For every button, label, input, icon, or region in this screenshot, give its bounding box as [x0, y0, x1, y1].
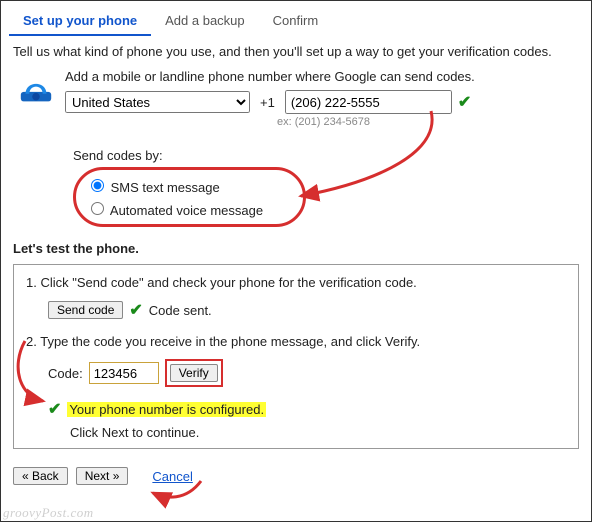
watermark: groovyPost.com — [3, 505, 94, 521]
configured-text: Your phone number is configured. — [67, 402, 266, 417]
send-codes-by-label: Send codes by: — [73, 148, 579, 163]
checkmark-icon: ✔ — [129, 300, 142, 320]
country-select[interactable]: United States — [65, 91, 250, 113]
radio-voice-label: Automated voice message — [110, 203, 263, 218]
nav-row: « Back Next » Cancel — [1, 463, 591, 487]
next-button[interactable]: Next » — [76, 467, 129, 485]
phone-icon — [17, 71, 55, 109]
radio-voice[interactable]: Automated voice message — [86, 203, 263, 218]
phone-section: Add a mobile or landline phone number wh… — [13, 69, 579, 128]
send-codes-by-section: Send codes by: SMS text message Automate… — [73, 148, 579, 227]
radio-voice-input[interactable] — [91, 202, 104, 215]
cancel-link[interactable]: Cancel — [152, 469, 192, 484]
radio-sms[interactable]: SMS text message — [86, 180, 220, 195]
code-sent-text: Code sent. — [149, 303, 212, 318]
radio-sms-input[interactable] — [91, 179, 104, 192]
wizard-tabs: Set up your phone Add a backup Confirm — [1, 1, 591, 36]
checkmark-icon: ✔ — [48, 399, 61, 419]
test-box: 1. Click "Send code" and check your phon… — [13, 264, 579, 449]
verify-button[interactable]: Verify — [170, 364, 218, 382]
code-label: Code: — [48, 366, 83, 381]
phone-example: ex: (201) 234-5678 — [277, 116, 579, 128]
code-input[interactable] — [89, 362, 159, 384]
intro-text: Tell us what kind of phone you use, and … — [13, 44, 579, 59]
send-method-group: SMS text message Automated voice message — [73, 167, 306, 227]
checkmark-icon: ✔ — [458, 92, 471, 112]
radio-sms-label: SMS text message — [111, 180, 220, 195]
step-2-text: 2. Type the code you receive in the phon… — [26, 334, 566, 349]
phone-number-input[interactable] — [285, 90, 452, 114]
step-1-text: 1. Click "Send code" and check your phon… — [26, 275, 566, 290]
continue-text: Click Next to continue. — [70, 425, 566, 440]
tab-setup-phone[interactable]: Set up your phone — [9, 9, 151, 36]
content-area: Tell us what kind of phone you use, and … — [1, 36, 591, 463]
verify-highlight: Verify — [165, 359, 223, 387]
tab-confirm[interactable]: Confirm — [259, 9, 333, 36]
back-button[interactable]: « Back — [13, 467, 68, 485]
tab-add-backup[interactable]: Add a backup — [151, 9, 259, 36]
send-code-button[interactable]: Send code — [48, 301, 123, 319]
country-code: +1 — [260, 95, 275, 110]
phone-instruction: Add a mobile or landline phone number wh… — [65, 69, 579, 84]
test-heading: Let's test the phone. — [13, 241, 579, 256]
